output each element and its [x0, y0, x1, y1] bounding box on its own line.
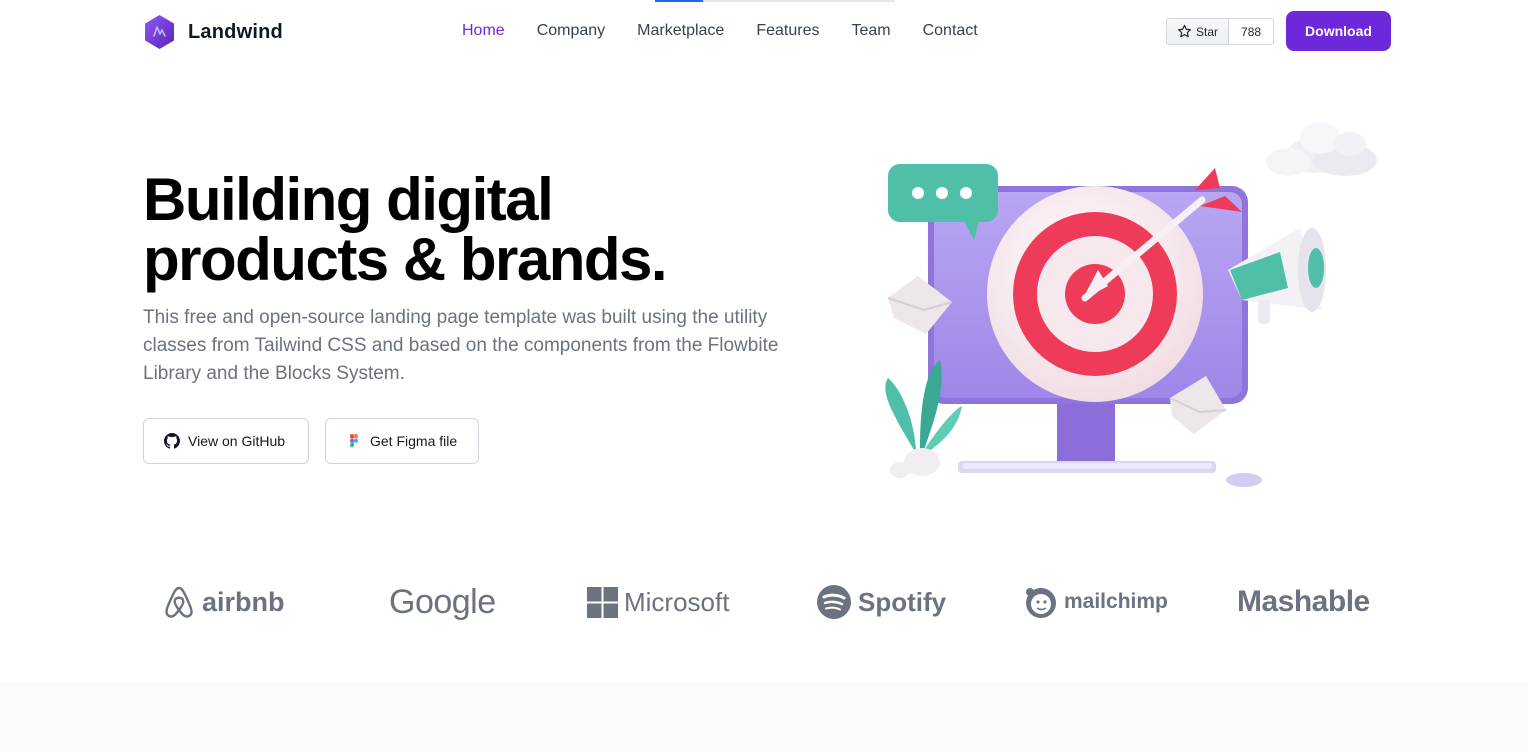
airbnb-icon [165, 586, 193, 618]
mailchimp-icon [1026, 588, 1056, 618]
nav-item-company[interactable]: Company [521, 20, 621, 42]
logo-google[interactable]: Google [389, 575, 496, 629]
github-icon [164, 433, 180, 449]
logo-mashable-text: Mashable [1237, 585, 1370, 618]
next-section-band [0, 683, 1528, 751]
hero-title: Building digital products & brands. [143, 170, 783, 290]
microsoft-icon [587, 586, 618, 618]
view-on-github-button[interactable]: View on GitHub [143, 418, 309, 464]
view-on-github-label: View on GitHub [188, 433, 286, 449]
star-icon [1177, 24, 1192, 38]
landwind-logo-icon [145, 15, 174, 49]
github-star-label: Star [1196, 24, 1219, 39]
hero-description: This free and open-source landing page t… [143, 307, 779, 384]
logo-airbnb[interactable]: airbnb [162, 575, 285, 629]
logo-mailchimp-text: mailchimp [1064, 590, 1168, 613]
landing-page: Landwind Home Company Marketplace Featur… [0, 0, 1528, 751]
download-button[interactable]: Download [1286, 11, 1391, 51]
github-star-count[interactable]: 788 [1229, 18, 1275, 45]
logo-microsoft[interactable]: Microsoft [587, 575, 729, 629]
cloud-icon [1266, 122, 1377, 176]
nav-item-home[interactable]: Home [446, 20, 521, 42]
github-star-button[interactable]: Star [1166, 18, 1230, 45]
figma-icon [350, 434, 358, 448]
nav-item-contact[interactable]: Contact [907, 20, 994, 42]
get-figma-file-label: Get Figma file [370, 433, 458, 449]
site-header: Landwind Home Company Marketplace Featur… [0, 0, 1528, 64]
get-figma-file-button[interactable]: Get Figma file [325, 418, 479, 464]
logo-google-text: Google [389, 582, 496, 621]
hero-illustration [885, 122, 1377, 487]
nav-item-marketplace[interactable]: Marketplace [621, 20, 740, 42]
client-logos: airbnb Google Microsoft Spotify mailchim… [0, 575, 1528, 629]
logo-microsoft-text: Microsoft [624, 586, 730, 617]
hero-title-line-2: products & brands. [143, 226, 668, 293]
nav-item-team[interactable]: Team [835, 20, 906, 42]
logo-spotify-text: Spotify [858, 586, 947, 617]
logo-spotify[interactable]: Spotify [816, 575, 946, 629]
brand-name: Landwind [188, 20, 283, 43]
nav-item-features[interactable]: Features [740, 20, 835, 42]
logo-mashable[interactable]: Mashable [1237, 575, 1370, 629]
github-star-widget: Star 788 [1166, 18, 1275, 45]
logo-airbnb-text: airbnb [202, 586, 285, 617]
brand-home-link[interactable]: Landwind [143, 14, 283, 50]
logo-mailchimp[interactable]: mailchimp [1024, 575, 1168, 629]
spotify-icon [817, 585, 851, 619]
main-nav: Home Company Marketplace Features Team C… [446, 20, 994, 42]
hero-title-line-1: Building digital [143, 166, 554, 233]
